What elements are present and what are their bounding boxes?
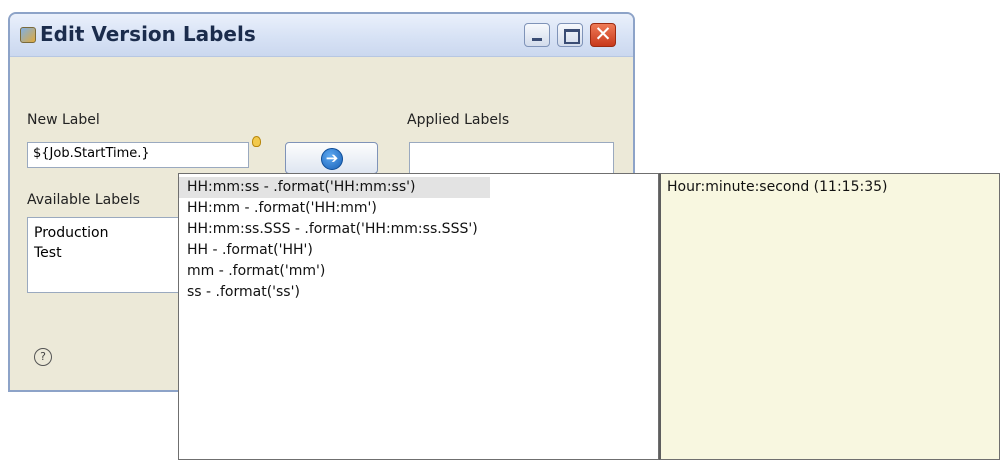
arrow-right-icon: ➔ <box>321 148 343 170</box>
list-item[interactable]: Test <box>28 243 187 263</box>
close-button[interactable]: ✕ <box>590 22 616 47</box>
proposal-item[interactable]: HH:mm - .format('HH:mm') <box>179 198 658 219</box>
proposal-description: Hour:minute:second (11:15:35) <box>667 179 888 195</box>
help-icon[interactable]: ? <box>34 348 52 366</box>
proposal-item[interactable]: HH:mm:ss - .format('HH:mm:ss') <box>179 177 490 198</box>
app-icon <box>20 27 36 43</box>
proposal-item[interactable]: HH:mm:ss.SSS - .format('HH:mm:ss.SSS') <box>179 219 658 240</box>
list-item[interactable]: Production <box>28 218 187 243</box>
close-icon: ✕ <box>594 22 612 46</box>
proposal-item[interactable]: ss - .format('ss') <box>179 282 658 303</box>
new-label-heading: New Label <box>27 112 100 128</box>
add-label-button[interactable]: ➔ <box>285 142 378 174</box>
dialog-title: Edit Version Labels <box>40 22 256 46</box>
maximize-button[interactable] <box>557 23 583 47</box>
available-labels-heading: Available Labels <box>27 192 140 208</box>
content-assist-proposals[interactable]: HH:mm:ss - .format('HH:mm:ss') HH:mm - .… <box>178 173 659 460</box>
proposal-item[interactable]: mm - .format('mm') <box>179 261 658 282</box>
content-assist-lightbulb-icon <box>252 136 261 147</box>
minimize-button[interactable] <box>524 23 550 47</box>
available-labels-list[interactable]: Production Test <box>27 217 187 293</box>
new-label-input[interactable]: ${Job.StartTime.} <box>27 142 249 168</box>
applied-labels-heading: Applied Labels <box>407 112 510 128</box>
proposal-description-panel: Hour:minute:second (11:15:35) <box>659 173 1000 460</box>
proposal-item[interactable]: HH - .format('HH') <box>179 240 658 261</box>
title-bar[interactable]: Edit Version Labels ✕ <box>10 14 633 57</box>
